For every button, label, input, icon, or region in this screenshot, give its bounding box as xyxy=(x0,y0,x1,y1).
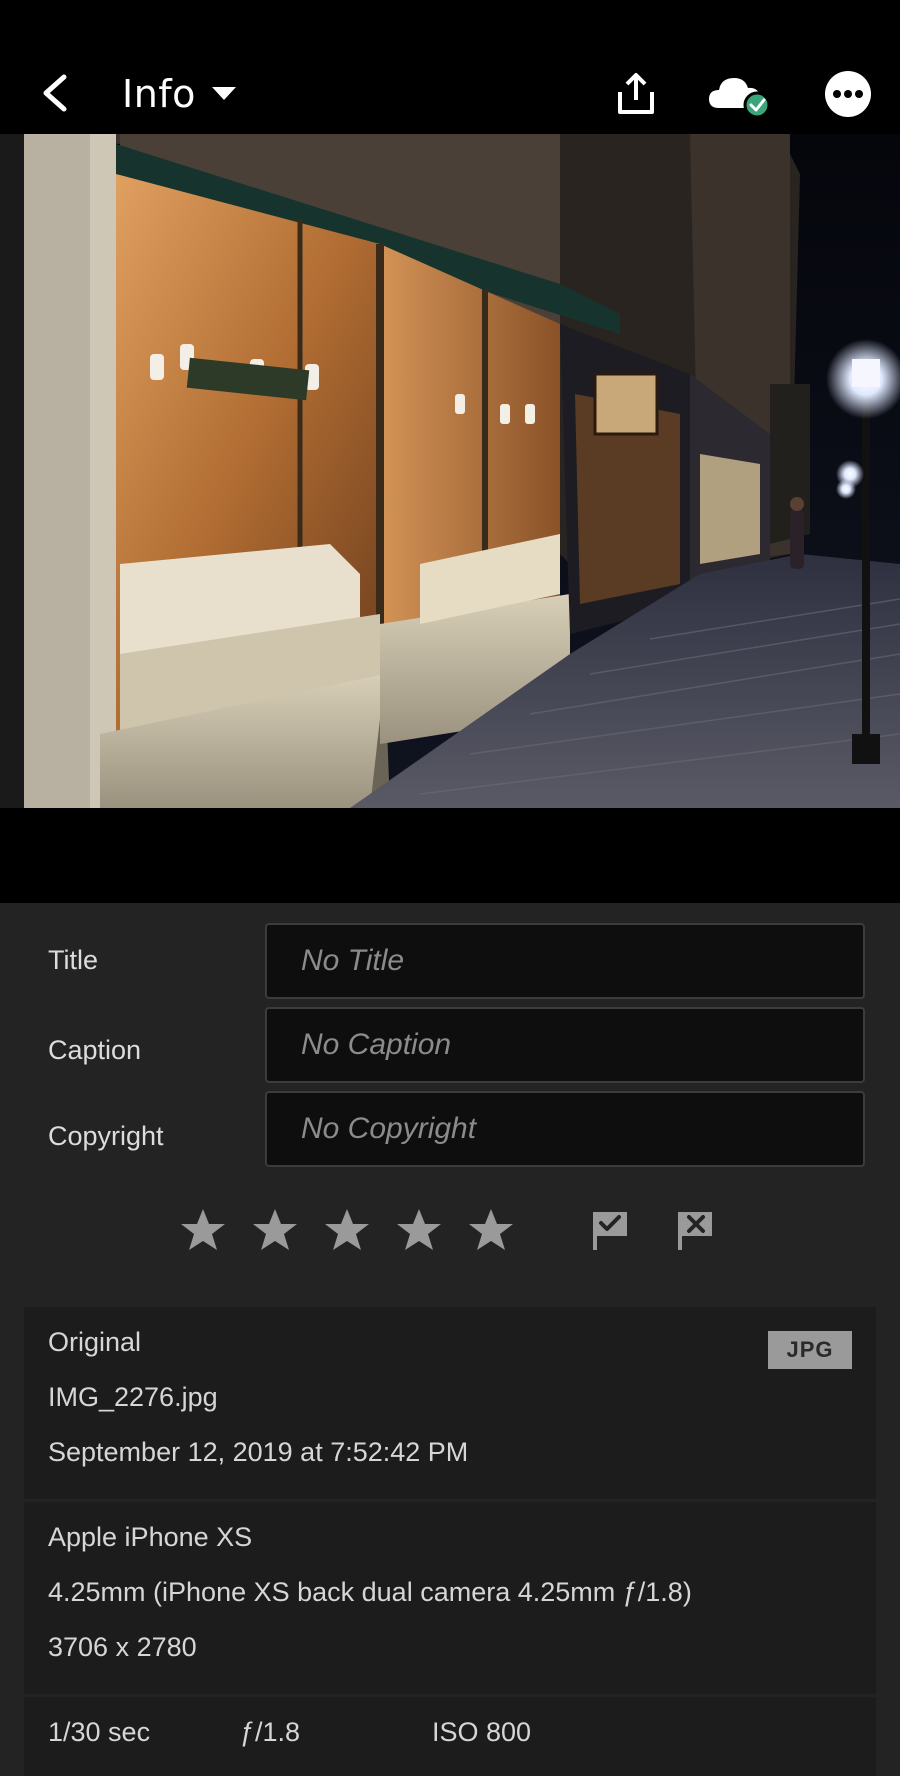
share-button[interactable] xyxy=(604,62,668,126)
capture-datetime: September 12, 2019 at 7:52:42 PM xyxy=(48,1437,469,1467)
title-row: Title xyxy=(0,923,900,999)
format-badge: JPG xyxy=(768,1331,852,1369)
chevron-left-icon xyxy=(43,74,67,112)
copyright-input[interactable] xyxy=(265,1091,865,1167)
camera-info-card: Apple iPhone XS 4.25mm (iPhone XS back d… xyxy=(24,1502,876,1694)
pick-flag-button[interactable] xyxy=(580,1200,640,1260)
star-1-button[interactable] xyxy=(173,1200,233,1260)
lens-info: 4.25mm (iPhone XS back dual camera 4.25m… xyxy=(48,1577,692,1607)
star-3-button[interactable] xyxy=(317,1200,377,1260)
photo-preview[interactable] xyxy=(0,134,900,808)
star-4-button[interactable] xyxy=(389,1200,449,1260)
title-label: Title xyxy=(48,945,99,975)
original-label: Original xyxy=(48,1327,142,1357)
caption-row: Caption xyxy=(0,1007,900,1083)
view-mode-dropdown[interactable]: Info xyxy=(122,64,236,124)
star-5-button[interactable] xyxy=(461,1200,521,1260)
copyright-row: Copyright xyxy=(0,1091,900,1167)
copyright-label: Copyright xyxy=(48,1121,164,1151)
share-icon xyxy=(618,73,654,114)
file-info-card: Original IMG_2276.jpg September 12, 2019… xyxy=(24,1307,876,1499)
cloud-sync-button[interactable] xyxy=(707,62,771,126)
view-mode-title: Info xyxy=(122,72,196,116)
title-input[interactable] xyxy=(265,923,865,999)
iso: ISO 800 xyxy=(432,1717,532,1747)
screen: Info Title No Title Caption No Caption C… xyxy=(0,0,900,1776)
star-icon xyxy=(397,1209,441,1250)
flag-pick-icon xyxy=(593,1212,627,1250)
flag-reject-icon xyxy=(678,1212,712,1250)
cloud-synced-icon xyxy=(709,78,771,118)
exposure-info-card: 1/30 sec ƒ/1.8 ISO 800 xyxy=(24,1697,876,1776)
top-bar: Info xyxy=(0,56,900,132)
star-icon xyxy=(253,1209,297,1250)
caret-down-icon xyxy=(211,87,236,100)
star-icon xyxy=(181,1209,225,1250)
caption-label: Caption xyxy=(48,1035,142,1065)
more-icon xyxy=(825,71,871,117)
back-button[interactable] xyxy=(30,68,80,118)
more-button[interactable] xyxy=(816,62,880,126)
rating-row xyxy=(0,1200,900,1280)
star-icon xyxy=(469,1209,513,1250)
star-2-button[interactable] xyxy=(245,1200,305,1260)
image-dimensions: 3706 x 2780 xyxy=(48,1632,197,1662)
caption-input[interactable] xyxy=(265,1007,865,1083)
star-icon xyxy=(325,1209,369,1250)
shutter-speed: 1/30 sec xyxy=(48,1717,151,1747)
camera-model: Apple iPhone XS xyxy=(48,1522,253,1552)
reject-flag-button[interactable] xyxy=(665,1200,725,1260)
aperture: ƒ/1.8 xyxy=(240,1717,301,1747)
filename: IMG_2276.jpg xyxy=(48,1382,218,1412)
